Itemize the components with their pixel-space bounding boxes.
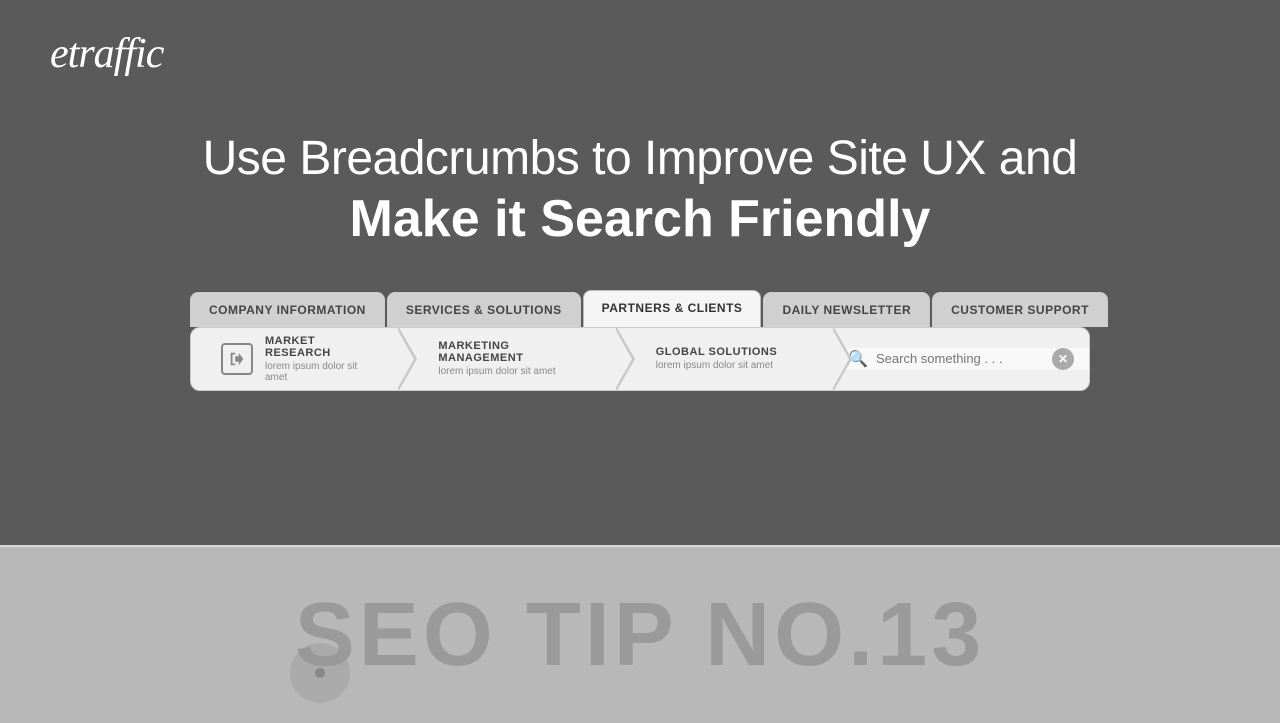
headline-bottom: Make it Search Friendly: [203, 188, 1078, 250]
search-clear-button[interactable]: ✕: [1052, 348, 1074, 370]
headline-top: Use Breadcrumbs to Improve Site UX and: [203, 130, 1078, 188]
nav-area: COMPANY INFORMATION SERVICES & SOLUTIONS…: [190, 290, 1090, 391]
breadcrumb-sub-mgmt: lorem ipsum dolor sit amet: [438, 366, 595, 377]
login-icon: [228, 350, 246, 368]
tab-services[interactable]: SERVICES & SOLUTIONS: [387, 292, 581, 327]
breadcrumb-item-global-solutions[interactable]: GLOBAL SOLUTIONS lorem ipsum dolor sit a…: [616, 328, 833, 390]
tab-support[interactable]: CUSTOMER SUPPORT: [932, 292, 1108, 327]
search-input[interactable]: [876, 351, 1052, 366]
breadcrumb-text-global: GLOBAL SOLUTIONS lorem ipsum dolor sit a…: [656, 346, 777, 371]
logo: etraffic: [50, 30, 163, 78]
breadcrumb-item-market-research[interactable]: MARKET RESEARCH lorem ipsum dolor sit am…: [191, 328, 398, 390]
tab-newsletter[interactable]: DAILY NEWSLETTER: [763, 292, 930, 327]
breadcrumb-title-market: MARKET RESEARCH: [265, 335, 378, 359]
breadcrumb-bar: MARKET RESEARCH lorem ipsum dolor sit am…: [190, 327, 1090, 391]
breadcrumb-sub-market: lorem ipsum dolor sit amet: [265, 361, 378, 383]
bullet-inner: [315, 668, 325, 678]
search-area[interactable]: 🔍 ✕: [833, 348, 1089, 370]
market-research-icon: [221, 343, 253, 375]
breadcrumb-text-market: MARKET RESEARCH lorem ipsum dolor sit am…: [265, 335, 378, 383]
top-section: etraffic Use Breadcrumbs to Improve Site…: [0, 0, 1280, 545]
tab-partners[interactable]: PARTNERS & CLIENTS: [583, 290, 762, 327]
breadcrumb-title-global: GLOBAL SOLUTIONS: [656, 346, 777, 358]
breadcrumb-text-mgmt: MARKETING MANAGEMENT lorem ipsum dolor s…: [438, 340, 595, 377]
logo-text: etraffic: [50, 31, 163, 77]
breadcrumb-title-mgmt: MARKETING MANAGEMENT: [438, 340, 595, 364]
breadcrumb-sub-global: lorem ipsum dolor sit amet: [656, 360, 777, 371]
seo-tip-text: SEO TIP NO.13: [295, 584, 986, 687]
tabs-row: COMPANY INFORMATION SERVICES & SOLUTIONS…: [190, 290, 1090, 327]
headline-area: Use Breadcrumbs to Improve Site UX and M…: [203, 130, 1078, 250]
bottom-section: SEO TIP NO.13: [0, 548, 1280, 723]
bullet-decoration: [290, 643, 350, 703]
tab-company[interactable]: COMPANY INFORMATION: [190, 292, 385, 327]
breadcrumb-item-marketing-management[interactable]: MARKETING MANAGEMENT lorem ipsum dolor s…: [398, 328, 615, 390]
